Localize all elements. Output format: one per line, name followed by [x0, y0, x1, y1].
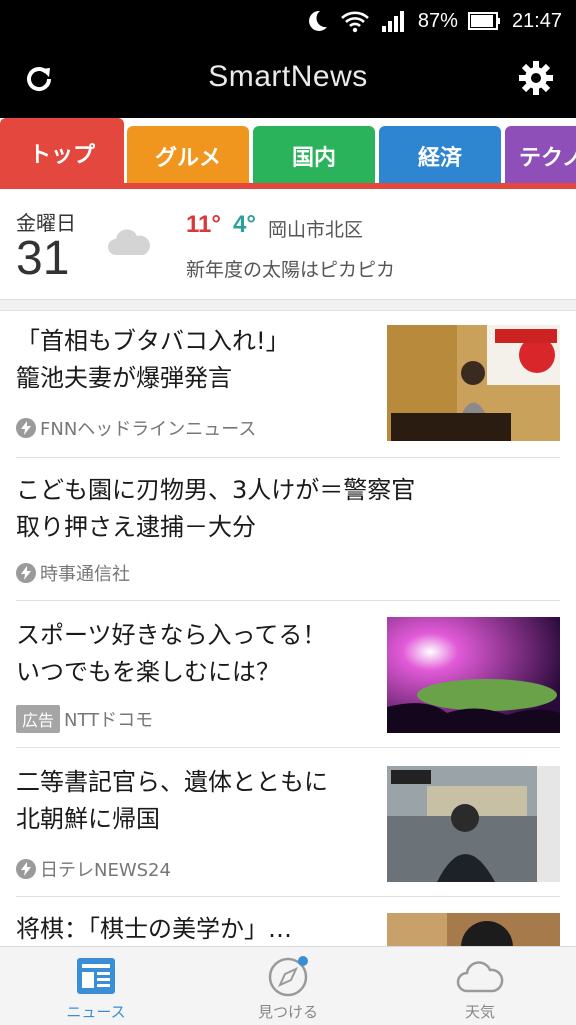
cloud-icon [108, 229, 150, 255]
nav-label: ニュース [66, 1003, 126, 1021]
lightning-icon [16, 859, 36, 879]
tab-technology[interactable]: テクノ [505, 126, 576, 186]
battery-icon [467, 12, 500, 30]
tab-domestic[interactable]: 国内 [253, 126, 375, 186]
cloud-icon [456, 961, 504, 993]
article-item[interactable]: 「首相もブタバコ入れ!」 籠池夫妻が爆弾発言 FNNヘッドラインニュース [0, 311, 576, 457]
app-title: SmartNews [208, 60, 368, 93]
lightning-icon [16, 563, 36, 583]
article-source: 時事通信社 [16, 560, 130, 586]
news-icon [77, 958, 115, 994]
weather-high-temp: 11° [186, 211, 221, 238]
weather-low-temp: 4° [233, 211, 256, 238]
nav-label: 天気 [464, 1003, 495, 1021]
article-title: 二等書記官ら、遺体とともに 北朝鮮に帰国 [16, 768, 328, 833]
tab-label: テクノ [519, 146, 576, 171]
tab-gourmet[interactable]: グルメ [127, 126, 249, 186]
compass-icon [268, 956, 308, 997]
tab-top[interactable]: トップ [0, 118, 124, 188]
article-item[interactable]: 二等書記官ら、遺体とともに 北朝鮮に帰国 日テレNEWS24 [0, 748, 576, 896]
bottom-nav: ニュース 見つける 天気 [0, 946, 576, 1025]
tab-label: トップ [28, 143, 95, 168]
tab-label: 国内 [291, 146, 336, 171]
article-source: 日テレNEWS24 [16, 856, 171, 882]
article-source: FNNヘッドラインニュース [16, 415, 256, 441]
tab-label: グルメ [154, 146, 221, 171]
gear-icon[interactable] [518, 60, 554, 96]
nav-discover[interactable]: 見つける [192, 947, 384, 1025]
article-thumbnail [387, 325, 560, 441]
article-item[interactable]: こども園に刃物男、3人けが＝警察官 取り押さえ逮捕－大分 時事通信社 [0, 458, 576, 600]
section-gap [0, 300, 576, 311]
nav-weather[interactable]: 天気 [384, 947, 576, 1025]
article-item[interactable]: 将棋：「棋士の美学か」… [0, 897, 576, 946]
nav-news[interactable]: ニュース [0, 947, 192, 1025]
article-title: 将棋：「棋士の美学か」… [16, 915, 292, 943]
clock: 21:47 [511, 9, 562, 32]
tab-label: 経済 [417, 146, 462, 171]
weather-date: 31 [16, 232, 70, 285]
article-item-ad[interactable]: スポーツ好きなら入ってる！ いつでもを楽しむには？ 広告 NTTドコモ [0, 601, 576, 747]
weather-message: 新年度の太陽はピカピカ [186, 259, 396, 281]
app-bar: SmartNews [0, 42, 576, 118]
article-title: 「首相もブタバコ入れ!」 籠池夫妻が爆弾発言 [16, 327, 290, 392]
wifi-icon [341, 11, 369, 33]
article-thumbnail [387, 617, 560, 733]
signal-icon [381, 11, 404, 32]
weather-location: 岡山市北区 [268, 219, 364, 241]
article-title: こども園に刃物男、3人けが＝警察官 取り押さえ逮捕－大分 [16, 476, 416, 541]
article-source: 広告 NTTドコモ [16, 705, 153, 733]
article-title: スポーツ好きなら入ってる！ いつでもを楽しむには？ [16, 621, 327, 686]
tab-economy[interactable]: 経済 [379, 126, 501, 186]
nav-label: 見つける [257, 1003, 318, 1021]
weather-card[interactable]: 金曜日 31 11° 4° 岡山市北区 新年度の太陽はピカピカ [0, 189, 576, 300]
category-tabs: トップ グルメ 国内 経済 テクノ [0, 118, 576, 188]
lightning-icon [16, 418, 36, 438]
moon-icon [308, 10, 327, 31]
battery-percentage: 87% [417, 9, 458, 32]
ad-badge: 広告 [16, 705, 61, 733]
article-thumbnail [387, 766, 560, 882]
article-thumbnail [387, 913, 560, 946]
status-bar: 87% 21:47 [0, 0, 576, 42]
